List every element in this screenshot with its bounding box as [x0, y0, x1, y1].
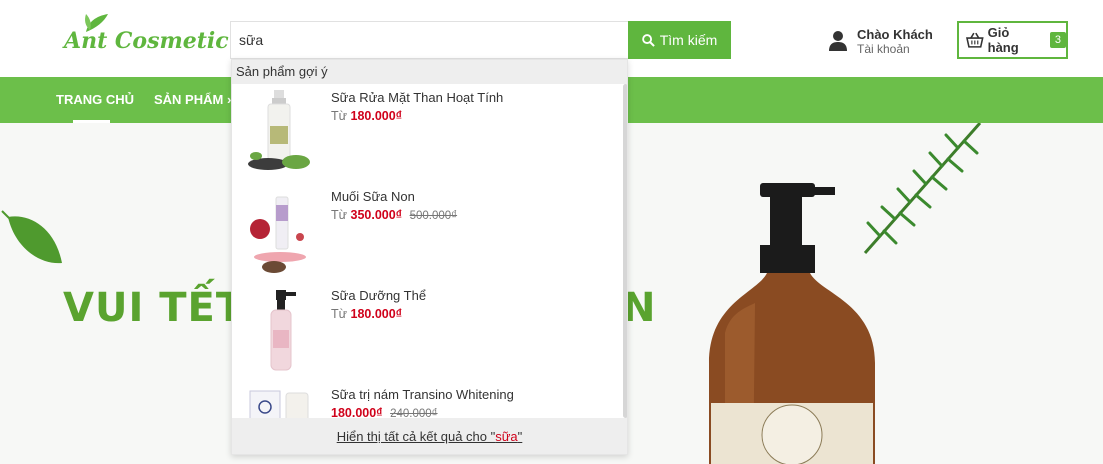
user-icon: [829, 31, 847, 51]
show-all-prefix: Hiển thị tất cả kết quả cho ": [336, 429, 496, 444]
show-all-results-link[interactable]: Hiển thị tất cả kết quả cho "sữa": [337, 429, 523, 444]
suggestions-scrollbar[interactable]: [623, 84, 627, 418]
account-link[interactable]: Chào Khách Tài khoản: [828, 26, 938, 58]
suggestion-item[interactable]: Muối Sữa Non Từ 350.000₫ 500.000₫: [232, 183, 622, 282]
suggestion-item[interactable]: Sữa Rửa Mặt Than Hoạt Tính Từ 180.000₫: [232, 84, 622, 183]
price: 180.000₫: [350, 109, 403, 123]
logo[interactable]: Ant Cosmetic: [64, 12, 229, 60]
show-all-keyword: sữa: [495, 429, 518, 444]
price-prefix: Từ: [331, 307, 348, 321]
product-bottle-image: [709, 183, 875, 464]
suggestion-name: Sữa Rửa Mặt Than Hoạt Tính: [331, 90, 504, 105]
search-input[interactable]: [230, 21, 628, 59]
leaf-decoration-icon: [1, 210, 62, 264]
product-thumbnail: [270, 290, 296, 371]
search-button[interactable]: Tìm kiếm: [628, 21, 731, 59]
cart-button[interactable]: Giỏ hàng 3: [957, 21, 1068, 59]
old-price: 500.000₫: [409, 210, 458, 222]
basket-icon: [966, 32, 984, 48]
nav-item-products[interactable]: SẢN PHẨM ›: [154, 92, 231, 107]
nav-item-home[interactable]: TRANG CHỦ: [56, 92, 134, 107]
show-all-suffix: ": [517, 429, 523, 444]
price-prefix: Từ: [331, 109, 348, 123]
price: 180.000₫: [350, 307, 403, 321]
suggestion-price-line: Từ 180.000₫: [331, 109, 402, 123]
price-prefix: Từ: [331, 208, 348, 222]
banner-headline: VUI TẾT: [63, 285, 245, 331]
account-greeting: Chào Khách: [857, 27, 933, 42]
suggestion-name: Muối Sữa Non: [331, 189, 415, 204]
search-suggestions: Sản phẩm gợi ý Sữa Rửa Mặt Than Hoạt Tín…: [231, 59, 628, 455]
cart-label: Giỏ hàng: [987, 25, 1019, 55]
search-icon: [641, 33, 655, 47]
suggestion-name: Sữa Dưỡng Thể: [331, 288, 427, 303]
logo-text: Ant Cosmetic: [64, 28, 229, 54]
suggestion-price-line: Từ 350.000₫ 500.000₫: [331, 208, 457, 222]
cart-count-badge: 3: [1049, 32, 1066, 48]
search-button-label: Tìm kiếm: [659, 32, 718, 48]
product-thumbnail: [248, 90, 310, 170]
suggestion-name: Sữa trị nám Transino Whitening: [331, 387, 514, 402]
suggestion-item[interactable]: Sữa Dưỡng Thể Từ 180.000₫: [232, 282, 622, 381]
suggestions-footer: Hiển thị tất cả kết quả cho "sữa": [232, 418, 627, 454]
suggestions-heading: Sản phẩm gợi ý: [232, 60, 627, 84]
account-label: Tài khoản: [857, 42, 910, 56]
price: 350.000₫: [350, 208, 403, 222]
suggestion-price-line: Từ 180.000₫: [331, 307, 402, 321]
product-thumbnail: [250, 196, 306, 273]
